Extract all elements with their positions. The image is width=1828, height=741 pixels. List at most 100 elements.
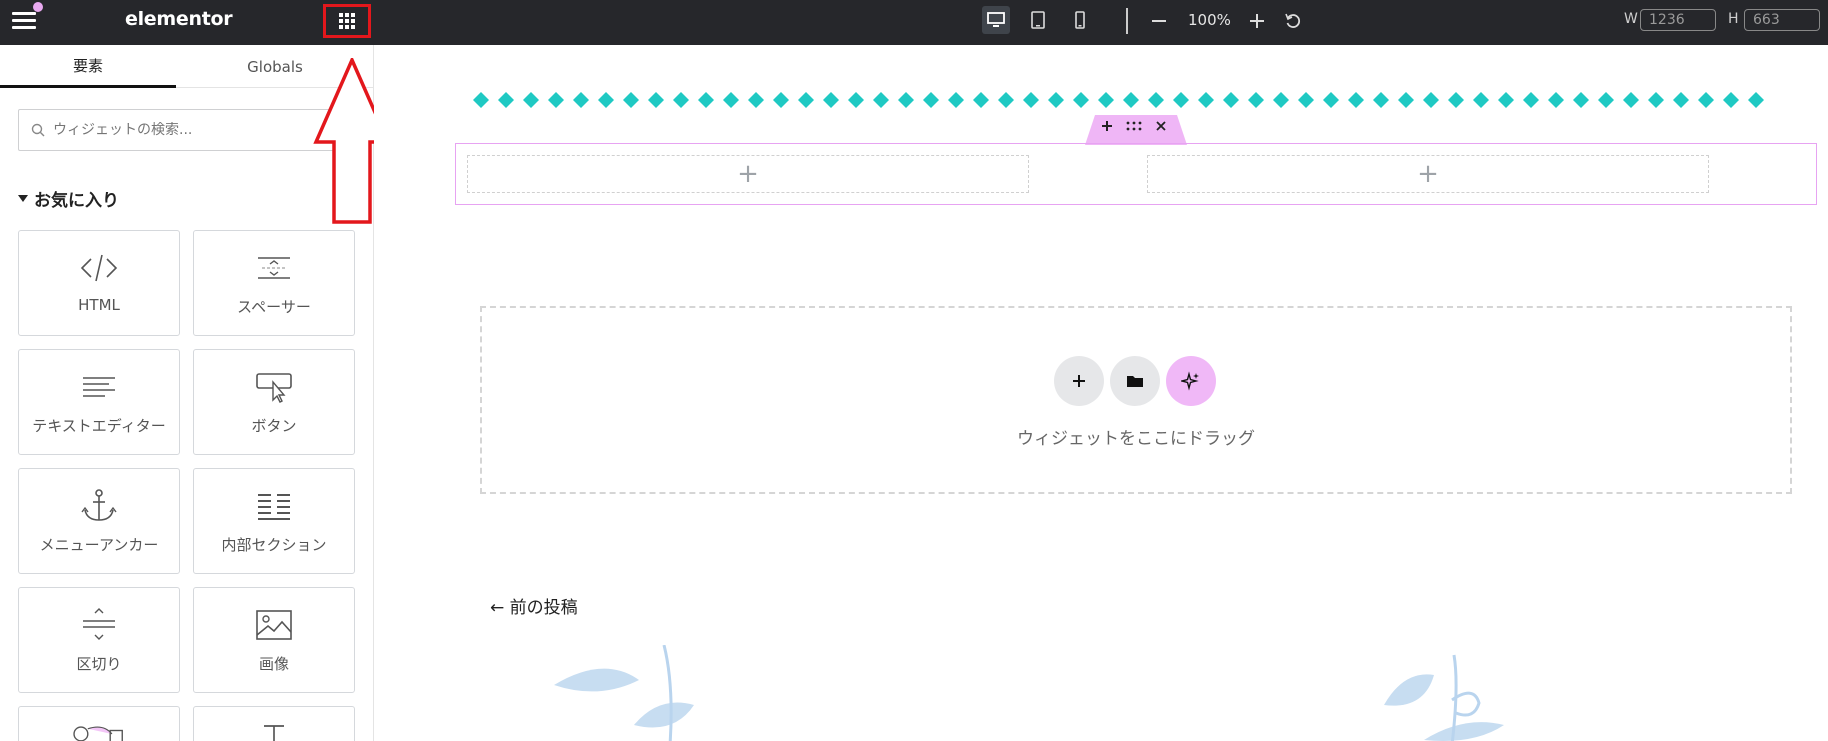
widget-label: メニューアンカー: [39, 536, 159, 554]
diamond-shape: [773, 92, 789, 108]
widget-button[interactable]: ボタン: [193, 349, 355, 455]
plus-icon: [1250, 14, 1264, 28]
decorative-leaves: [554, 645, 1504, 741]
diamond-shape: [1473, 92, 1489, 108]
dropzone-hint: ウィジェットをここにドラッグ: [1017, 429, 1255, 449]
diamond-shape: [1123, 92, 1139, 108]
add-widget-plus-icon[interactable]: +: [737, 161, 759, 187]
button-icon: [253, 366, 295, 408]
diamond-shape: [498, 92, 514, 108]
drag-handle-icon[interactable]: [1125, 118, 1143, 138]
diamond-shape: [873, 92, 889, 108]
tab-elements[interactable]: 要素: [0, 45, 176, 88]
delete-section-icon[interactable]: [1153, 118, 1169, 138]
width-input[interactable]: [1640, 9, 1716, 31]
diamond-shape: [1273, 92, 1289, 108]
favorites-heading[interactable]: お気に入り: [18, 186, 119, 211]
diamond-shape: [1748, 92, 1764, 108]
section-container[interactable]: + +: [455, 143, 1817, 205]
diamond-shape: [948, 92, 964, 108]
widget-label: テキストエディター: [32, 417, 166, 435]
diamond-shape: [823, 92, 839, 108]
height-input[interactable]: [1744, 9, 1820, 31]
zoom-reset-button[interactable]: [1282, 10, 1304, 32]
editor-top-bar: elementor 100% W H: [0, 0, 1828, 45]
diamond-shape: [473, 92, 489, 108]
image-icon: [253, 604, 295, 646]
widget-partial[interactable]: [18, 706, 180, 741]
widget-label: HTML: [78, 296, 120, 314]
widget-label: 区切り: [76, 655, 122, 673]
diamond-shape: [1173, 92, 1189, 108]
diamond-shape: [1398, 92, 1414, 108]
diamond-shape: [798, 92, 814, 108]
add-section-button[interactable]: [1054, 356, 1104, 406]
mobile-mode-button[interactable]: [1066, 6, 1094, 34]
widget-spacer[interactable]: スペーサー: [193, 230, 355, 336]
diamond-shape: [1298, 92, 1314, 108]
widget-partial-icon: [73, 726, 123, 741]
diamond-shape: [623, 92, 639, 108]
height-label: H: [1728, 11, 1739, 27]
text-editor-icon: [78, 366, 120, 408]
zoom-in-button[interactable]: [1246, 10, 1268, 32]
diamond-shape: [1698, 92, 1714, 108]
diamond-shape: [1098, 92, 1114, 108]
widget-image[interactable]: 画像: [193, 587, 355, 693]
zoom-out-button[interactable]: [1148, 10, 1170, 32]
diamond-shape: [1148, 92, 1164, 108]
widget-dropzone[interactable]: ウィジェットをここにドラッグ: [480, 306, 1792, 494]
diamond-shape: [1548, 92, 1564, 108]
folder-icon: [1127, 376, 1143, 387]
mobile-icon: [1075, 11, 1085, 29]
diamond-shape: [1323, 92, 1339, 108]
diamond-shape: [748, 92, 764, 108]
editor-canvas: + + ウィジェットをここにドラッグ ← 前の投稿: [374, 45, 1828, 741]
diamond-shape: [673, 92, 689, 108]
desktop-mode-button[interactable]: [982, 6, 1010, 34]
widget-label: 画像: [258, 655, 289, 673]
responsive-mode-switcher: [982, 6, 1094, 34]
diamond-shape: [1048, 92, 1064, 108]
diamond-shape: [1723, 92, 1739, 108]
favorites-title: お気に入り: [34, 191, 119, 211]
ai-button[interactable]: [1166, 356, 1216, 406]
inner-section-icon: [253, 485, 295, 527]
diamond-shape: [698, 92, 714, 108]
diamond-shape: [1198, 92, 1214, 108]
tablet-mode-button[interactable]: [1024, 6, 1052, 34]
widget-divider[interactable]: 区切り: [18, 587, 180, 693]
reset-icon: [1285, 13, 1301, 28]
widget-search[interactable]: [18, 109, 338, 151]
add-widget-plus-icon[interactable]: +: [1417, 161, 1439, 187]
notification-dot: [33, 2, 43, 12]
widget-inner-section[interactable]: 内部セクション: [193, 468, 355, 574]
diamond-shape: [723, 92, 739, 108]
widget-partial[interactable]: [193, 706, 355, 741]
widget-label: 内部セクション: [221, 536, 327, 554]
zoom-level: 100%: [1188, 11, 1231, 29]
column-left[interactable]: +: [467, 155, 1029, 193]
diamond-shape: [848, 92, 864, 108]
minus-icon: [1152, 20, 1166, 22]
diamond-shape: [1373, 92, 1389, 108]
widgets-grid-button[interactable]: [323, 4, 371, 38]
diamond-shape: [1348, 92, 1364, 108]
column-right[interactable]: +: [1147, 155, 1709, 193]
plus-icon: [1073, 375, 1085, 387]
decorative-diamond-row: [473, 92, 1764, 108]
widget-html[interactable]: HTML: [18, 230, 180, 336]
elementor-logo: elementor: [125, 8, 233, 30]
widget-text-editor[interactable]: テキストエディター: [18, 349, 180, 455]
diamond-shape: [1573, 92, 1589, 108]
toolbar-divider: [1126, 8, 1128, 34]
search-input[interactable]: [53, 122, 303, 138]
add-section-icon[interactable]: [1099, 118, 1115, 138]
add-template-button[interactable]: [1110, 356, 1160, 406]
diamond-shape: [1248, 92, 1264, 108]
widget-menu-anchor[interactable]: メニューアンカー: [18, 468, 180, 574]
menu-icon[interactable]: [12, 12, 36, 32]
previous-post-link[interactable]: ← 前の投稿: [490, 593, 578, 618]
ai-sparkle-icon: [1181, 371, 1199, 391]
dropzone-actions: [1054, 356, 1216, 406]
